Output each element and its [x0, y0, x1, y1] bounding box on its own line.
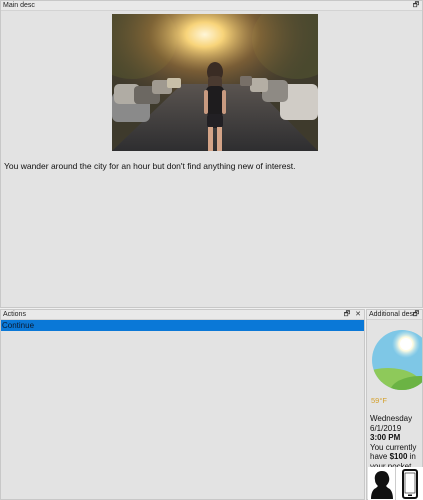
status-info: Wednesday 6/1/2019 3:00 PM You currently… [370, 414, 423, 471]
date-label: 6/1/2019 [370, 423, 402, 433]
actions-panel: Actions 🗗 ✕ Continue [0, 309, 365, 500]
actions-title: Actions [3, 311, 26, 318]
actions-titlebar: Actions 🗗 ✕ [1, 310, 364, 320]
silhouette-icon [370, 471, 393, 499]
additional-desc-title: Additional desc [369, 311, 417, 318]
additional-desc-titlebar: Additional desc 🗗 [367, 310, 422, 320]
additional-desc-panel: Additional desc 🗗 59°F Wednesday 6/1/201… [366, 309, 423, 500]
scene-image [112, 14, 318, 151]
main-desc-title: Main desc [3, 2, 35, 9]
action-continue[interactable]: Continue [1, 320, 364, 331]
phone-icon [402, 469, 418, 499]
main-description: You wander around the city for an hour b… [4, 161, 296, 171]
close-icon[interactable]: ✕ [354, 310, 362, 319]
float-icon[interactable]: 🗗 [412, 310, 420, 319]
profile-button[interactable] [368, 467, 396, 500]
money-amount: $100 [389, 452, 408, 461]
float-icon[interactable]: 🗗 [412, 1, 420, 10]
time-label: 3:00 PM [370, 433, 401, 442]
city-street-illustration [112, 14, 318, 151]
temperature-label: 59°F [371, 396, 387, 405]
weather-icon [372, 330, 422, 390]
main-desc-titlebar: Main desc 🗗 [1, 1, 422, 11]
main-desc-panel: Main desc 🗗 You wander around the city f… [0, 0, 423, 308]
day-label: Wednesday [370, 414, 413, 423]
bottom-icon-bar [368, 467, 423, 500]
phone-button[interactable] [396, 467, 423, 500]
float-icon[interactable]: 🗗 [343, 310, 351, 319]
